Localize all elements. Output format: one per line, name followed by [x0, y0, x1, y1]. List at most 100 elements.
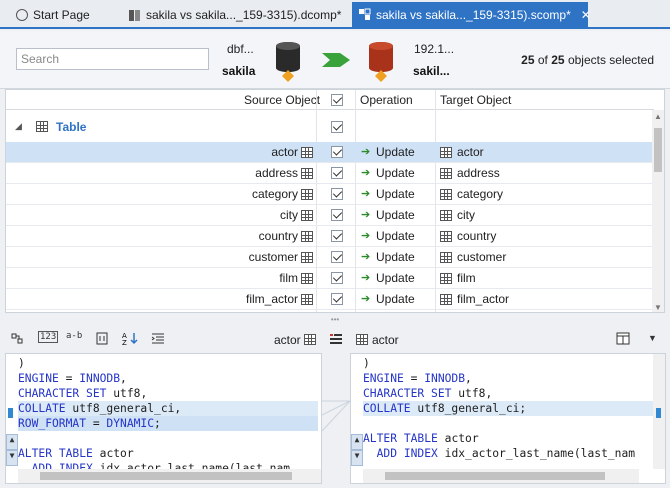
group-row-table[interactable]: ◢ Table — [6, 112, 654, 142]
table-icon — [301, 210, 313, 221]
selection-summary: 25 of 25 objects selected — [521, 53, 654, 67]
tab-label: Start Page — [33, 8, 90, 22]
collapse-down-icon[interactable]: ▼ — [351, 450, 363, 466]
select-all-checkbox[interactable] — [331, 94, 343, 106]
table-row[interactable]: customer ➔ Update customer — [6, 247, 654, 268]
column-target-object[interactable]: Target Object — [440, 90, 511, 110]
row-checkbox[interactable] — [331, 146, 343, 158]
selected-total: 25 — [551, 53, 565, 67]
code-line: ADD INDEX idx_actor_last_name(last_nam — [376, 447, 636, 460]
table-row[interactable]: film_actor ➔ Update film_actor — [6, 289, 654, 310]
target-server: 192.1... — [414, 42, 455, 56]
scroll-up-icon[interactable]: ▲ — [654, 112, 662, 121]
source-code-pane[interactable]: ) ENGINE = INNODB, CHARACTER SET utf8, COLL… — [5, 353, 322, 484]
tab-data-compare[interactable]: sakila vs sakila..._159-3315).dcomp* — [122, 3, 347, 27]
operation-label[interactable]: Update — [376, 184, 415, 205]
table-row[interactable]: category ➔ Update category — [6, 184, 654, 205]
code-line: ALTER TABLE actor — [18, 447, 134, 460]
collapse-up-icon[interactable]: ▲ — [351, 434, 363, 450]
update-arrow-icon: ➔ — [361, 293, 371, 305]
layout-icon[interactable] — [616, 332, 630, 348]
diff-marker — [656, 408, 661, 418]
row-checkbox[interactable] — [331, 188, 343, 200]
scrollbar-thumb[interactable] — [40, 472, 292, 480]
update-arrow-icon: ➔ — [361, 251, 371, 263]
tab-schema-compare[interactable]: sakila vs sakila..._159-3315).scomp* ✕ — [352, 2, 591, 27]
target-object-name: country — [457, 229, 497, 243]
selected-of: of — [537, 53, 548, 67]
table-row[interactable]: address ➔ Update address — [6, 163, 654, 184]
table-icon — [301, 189, 313, 200]
update-arrow-icon: ➔ — [361, 209, 371, 221]
objects-grid: Source Object Operation Target Object ◢ … — [5, 89, 665, 313]
data-compare-icon — [128, 9, 141, 22]
scrollbar-thumb[interactable] — [385, 472, 605, 480]
operation-label[interactable]: Update — [376, 142, 415, 163]
source-horizontal-scrollbar[interactable] — [18, 469, 321, 483]
grid-vertical-scrollbar[interactable]: ▲ ▼ — [652, 110, 664, 312]
left-object-name: actor — [274, 333, 301, 347]
row-checkbox[interactable] — [331, 167, 343, 179]
table-row[interactable]: actor ➔ Update actor — [6, 142, 654, 163]
table-icon — [301, 294, 313, 305]
update-arrow-icon: ➔ — [361, 230, 371, 242]
scrollbar-thumb[interactable] — [654, 128, 662, 172]
table-row[interactable]: city ➔ Update city — [6, 205, 654, 226]
group-label: Table — [56, 120, 87, 134]
group-checkbox[interactable] — [331, 121, 343, 133]
target-object-name: film_actor — [457, 292, 510, 306]
code-line: ALTER TABLE actor — [363, 432, 479, 445]
search-input[interactable] — [16, 48, 209, 70]
row-checkbox[interactable] — [331, 209, 343, 221]
next-diff-icon[interactable] — [330, 333, 342, 348]
collapse-down-icon[interactable]: ▼ — [6, 450, 18, 466]
operation-label[interactable]: Update — [376, 247, 415, 268]
collapse-up-icon[interactable]: ▲ — [6, 434, 18, 450]
table-icon — [440, 294, 452, 305]
operation-label[interactable]: Update — [376, 205, 415, 226]
line-numbers-icon[interactable]: 123 — [38, 331, 59, 343]
code-line: COLLATE utf8_general_ci, — [18, 401, 318, 416]
column-operation[interactable]: Operation — [360, 90, 413, 110]
operation-label[interactable]: Update — [376, 163, 415, 184]
row-checkbox[interactable] — [331, 251, 343, 263]
update-arrow-icon: ➔ — [361, 146, 371, 158]
scroll-down-icon[interactable]: ▼ — [654, 303, 662, 312]
tab-start-page[interactable]: Start Page — [10, 3, 96, 27]
sync-scroll-icon[interactable] — [10, 332, 24, 348]
sort-icon[interactable]: AZ — [122, 331, 138, 349]
code-line: ROW_FORMAT = DYNAMIC; — [18, 416, 318, 431]
compare-direction-arrow-icon — [322, 53, 350, 67]
operation-label[interactable]: Update — [376, 268, 415, 289]
table-icon — [301, 273, 313, 284]
target-code-pane[interactable]: ) ENGINE = INNODB, CHARACTER SET utf8, COLL… — [350, 353, 666, 484]
source-object-name: actor — [271, 145, 298, 159]
code-line: ) — [363, 357, 370, 370]
operation-label[interactable]: Update — [376, 226, 415, 247]
row-checkbox[interactable] — [331, 230, 343, 242]
toolbar-menu-icon[interactable]: ▼ — [648, 333, 657, 343]
table-icon — [36, 121, 48, 132]
target-object-name: category — [457, 187, 504, 201]
target-object-name: actor — [457, 145, 484, 159]
row-checkbox[interactable] — [331, 293, 343, 305]
source-database-icon — [276, 42, 300, 82]
table-row[interactable]: film ➔ Update film — [6, 268, 654, 289]
close-tab-icon[interactable]: ✕ — [581, 8, 591, 22]
row-checkbox[interactable] — [331, 272, 343, 284]
pane-splitter[interactable]: ••• — [0, 314, 670, 325]
code-line: CHARACTER SET utf8, — [363, 387, 493, 400]
column-source-object[interactable]: Source Object — [244, 90, 320, 110]
format-icon[interactable] — [151, 332, 165, 348]
ignore-case-icon[interactable]: a-b — [66, 331, 82, 341]
update-arrow-icon: ➔ — [361, 272, 371, 284]
operation-label[interactable]: Update — [376, 289, 415, 310]
source-database: sakila — [222, 64, 256, 78]
whitespace-icon[interactable] — [96, 332, 108, 348]
table-row[interactable]: country ➔ Update country — [6, 226, 654, 247]
diff-marker — [8, 408, 13, 418]
target-horizontal-scrollbar[interactable] — [363, 469, 639, 483]
collapse-group-icon[interactable]: ◢ — [15, 121, 22, 132]
